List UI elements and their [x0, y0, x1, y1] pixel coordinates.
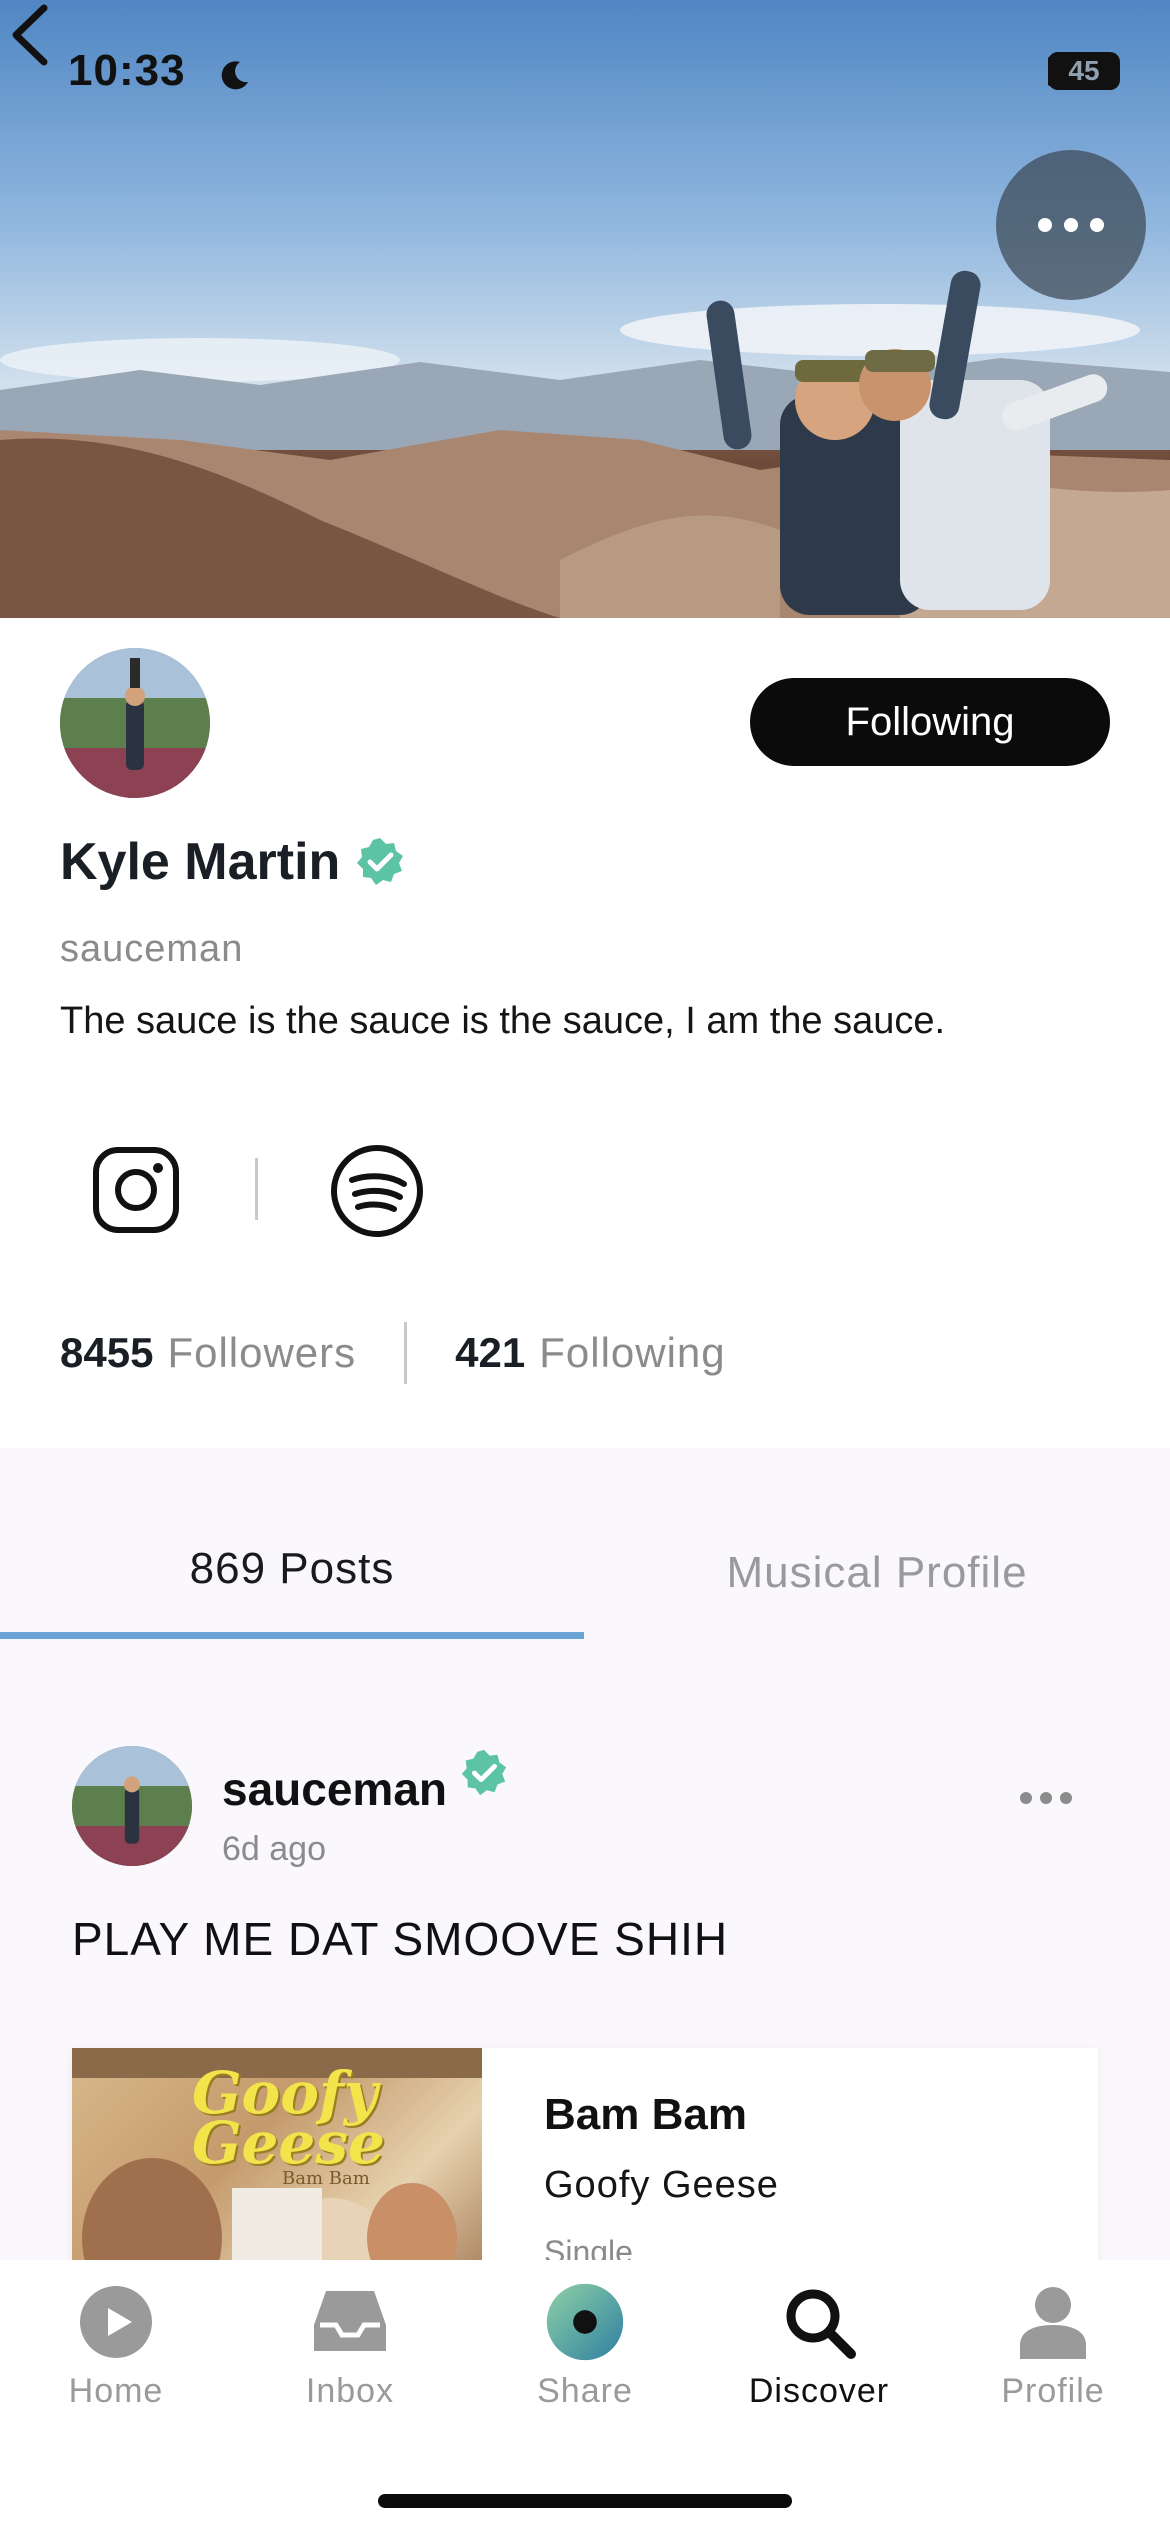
bottom-nav: Home Inbox Share Discover Profile — [0, 2260, 1170, 2532]
ellipsis-dot — [1060, 1792, 1072, 1804]
play-circle-icon — [76, 2282, 156, 2362]
more-options-button[interactable] — [996, 150, 1146, 300]
nav-profile[interactable]: Profile — [953, 2282, 1153, 2411]
stats-divider — [404, 1322, 408, 1384]
tab-musical-profile[interactable]: Musical Profile — [584, 1548, 1170, 1598]
search-icon — [779, 2282, 859, 2362]
nav-share[interactable]: Share — [485, 2282, 685, 2411]
following-count[interactable]: 421 — [455, 1329, 525, 1377]
track-title: Bam Bam — [544, 2090, 747, 2139]
ellipsis-dot — [1040, 1792, 1052, 1804]
followers-label[interactable]: Followers — [167, 1329, 356, 1377]
nav-discover-label: Discover — [748, 2372, 890, 2410]
post-timestamp: 6d ago — [222, 1830, 326, 1868]
nav-inbox-label: Inbox — [305, 2372, 395, 2410]
ellipsis-icon — [1038, 218, 1104, 232]
followers-count[interactable]: 8455 — [60, 1329, 153, 1377]
battery-icon: 45 — [1048, 52, 1120, 90]
post-text: PLAY ME DAT SMOOVE SHIH — [72, 1913, 729, 1965]
track-type: Single — [544, 2234, 633, 2260]
nav-inbox[interactable]: Inbox — [250, 2282, 450, 2411]
album-art[interactable]: Goofy Geese Bam Bam — [72, 2048, 482, 2260]
profile-handle: sauceman — [60, 928, 244, 970]
social-divider — [255, 1158, 258, 1220]
ellipsis-dot — [1020, 1792, 1032, 1804]
following-button[interactable]: Following — [750, 678, 1110, 766]
nav-share-label: Share — [537, 2372, 633, 2410]
spotify-icon[interactable] — [330, 1144, 424, 1238]
track-artist: Goofy Geese — [544, 2164, 779, 2206]
person-icon — [1013, 2282, 1093, 2362]
nav-discover[interactable]: Discover — [719, 2282, 919, 2411]
follow-stats: 8455 Followers 421 Following — [60, 1322, 726, 1384]
profile-bio: The sauce is the sauce is the sauce, I a… — [60, 1000, 946, 1042]
nav-profile-label: Profile — [1001, 2372, 1105, 2410]
status-icons: 45 — [1048, 52, 1120, 90]
album-art-subtitle: Bam Bam — [282, 2168, 370, 2189]
album-art-title: Goofy Geese — [192, 2059, 385, 2177]
following-label[interactable]: Following — [539, 1329, 725, 1377]
post-avatar-photo — [72, 1746, 192, 1866]
post-avatar[interactable] — [72, 1746, 192, 1866]
inbox-tray-icon — [310, 2282, 390, 2362]
post-more-button[interactable] — [1020, 1792, 1072, 1804]
battery-level: 45 — [1068, 55, 1100, 86]
verified-badge-icon — [461, 1749, 507, 1796]
back-chevron-icon[interactable] — [0, 0, 60, 70]
post-username[interactable]: sauceman — [222, 1762, 447, 1816]
post-user-row: sauceman — [222, 1748, 509, 1816]
nav-home-label: Home — [68, 2372, 164, 2410]
active-tab-indicator — [0, 1632, 584, 1639]
status-time: 10:33 — [68, 46, 186, 95]
name-row: Kyle Martin — [60, 832, 406, 892]
profile-feed: 869 Posts Musical Profile sauceman 6d ag… — [0, 1448, 1170, 2260]
cover-photo: 10:33 45 — [0, 0, 1170, 618]
verified-badge-icon — [357, 838, 404, 885]
instagram-icon[interactable] — [92, 1146, 180, 1234]
track-card[interactable]: Goofy Geese Bam Bam Bam Bam Goofy Geese … — [72, 2048, 1098, 2260]
profile-avatar[interactable] — [60, 648, 210, 798]
moon-icon — [221, 61, 248, 90]
nav-home[interactable]: Home — [16, 2282, 216, 2411]
profile-name: Kyle Martin — [60, 833, 341, 891]
avatar-photo — [60, 648, 210, 798]
home-indicator[interactable] — [378, 2494, 792, 2508]
tab-posts[interactable]: 869 Posts — [0, 1544, 584, 1594]
share-orb-icon — [545, 2282, 625, 2362]
